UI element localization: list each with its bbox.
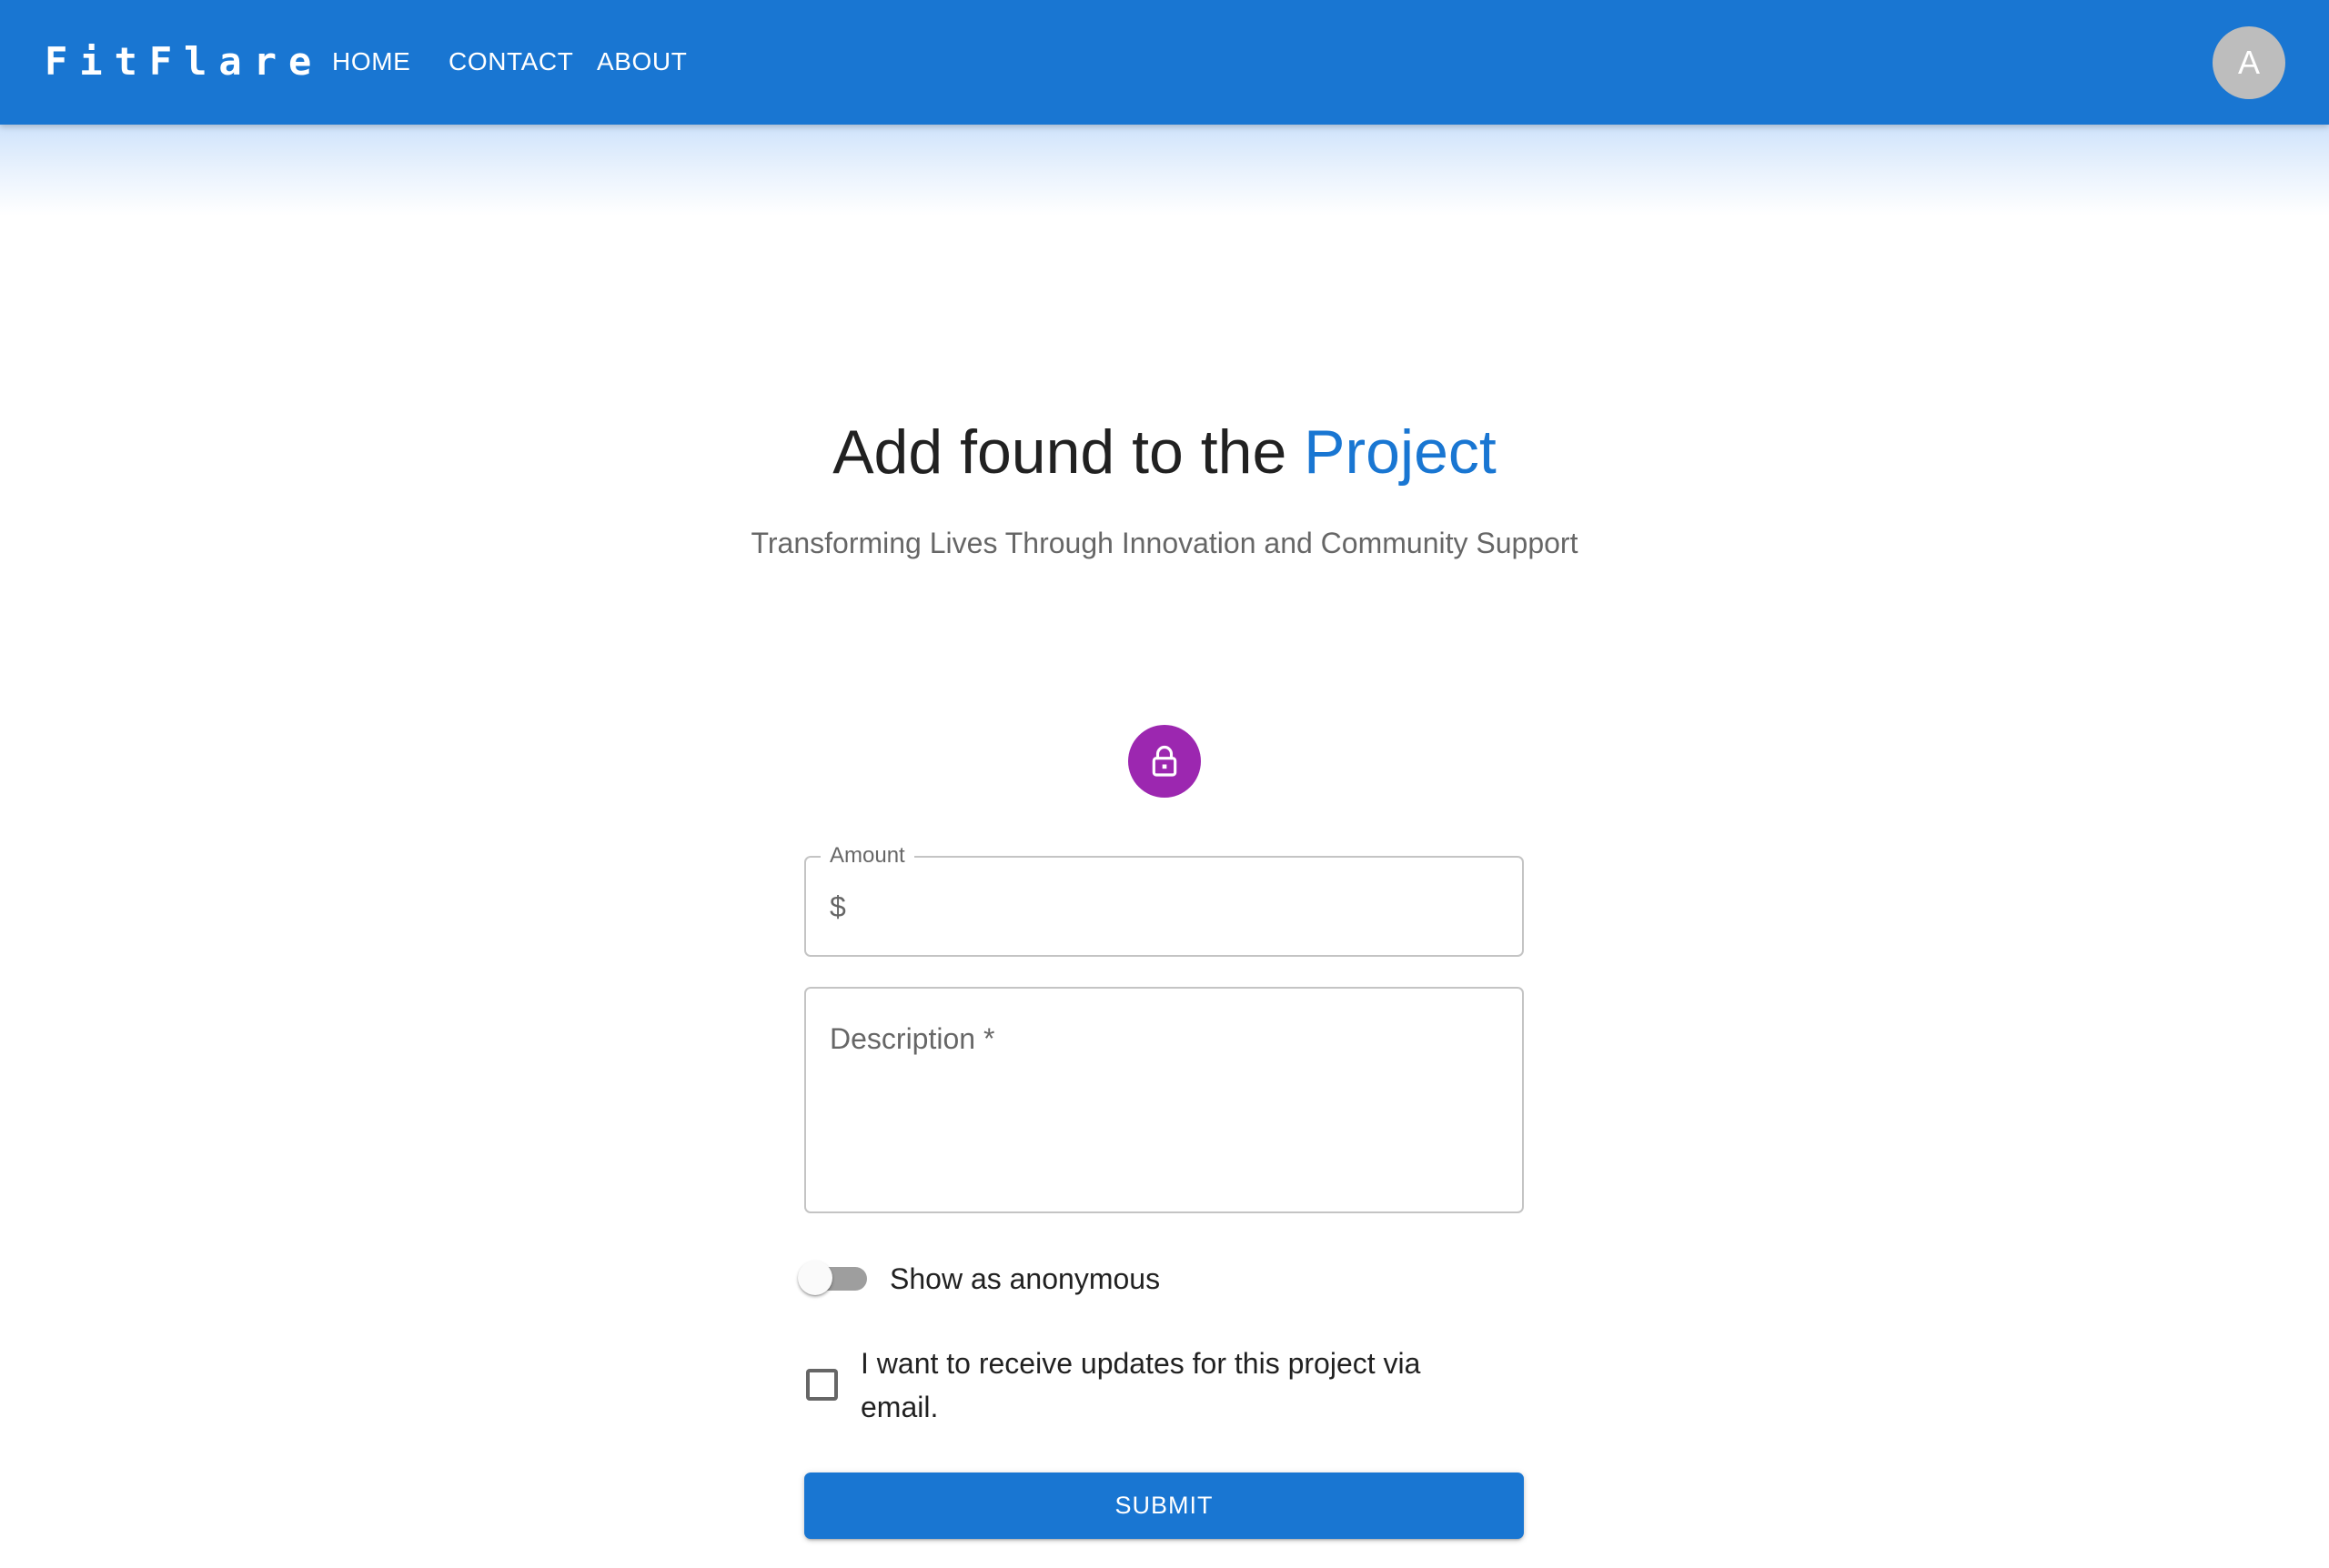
amount-field[interactable]: Amount $	[804, 843, 1524, 957]
email-updates-checkbox[interactable]	[806, 1369, 838, 1401]
nav-about-link[interactable]: ABOUT	[597, 44, 687, 80]
anonymous-toggle[interactable]	[798, 1260, 871, 1296]
page-title-accent: Project	[1304, 417, 1497, 487]
page-title-main: Add found to the	[832, 417, 1305, 487]
page-subtitle: Transforming Lives Through Innovation an…	[751, 527, 1578, 559]
nav-contact-link[interactable]: CONTACT	[449, 44, 573, 80]
user-avatar[interactable]: A	[2213, 26, 2285, 99]
lock-icon	[1152, 745, 1177, 777]
hero-gradient-band	[0, 125, 2329, 216]
page-title: Add found to the Project	[0, 411, 2329, 493]
brand-logo[interactable]: FitFlare	[45, 38, 323, 85]
nav-home-link[interactable]: HOME	[332, 44, 410, 80]
description-field[interactable]: Description *	[804, 987, 1524, 1213]
submit-button[interactable]: SUBMIT	[804, 1473, 1524, 1539]
app-bar: FitFlare HOME CONTACT ABOUT A	[0, 0, 2329, 125]
description-input[interactable]	[828, 1016, 1505, 1192]
amount-label: Amount	[821, 843, 914, 869]
lock-avatar	[1128, 725, 1201, 798]
email-updates-label[interactable]: I want to receive updates for this proje…	[861, 1342, 1479, 1429]
anonymous-toggle-label[interactable]: Show as anonymous	[890, 1260, 1160, 1298]
amount-input[interactable]	[861, 879, 1501, 936]
currency-adornment: $	[830, 890, 846, 923]
anonymous-toggle-thumb[interactable]	[798, 1261, 832, 1295]
